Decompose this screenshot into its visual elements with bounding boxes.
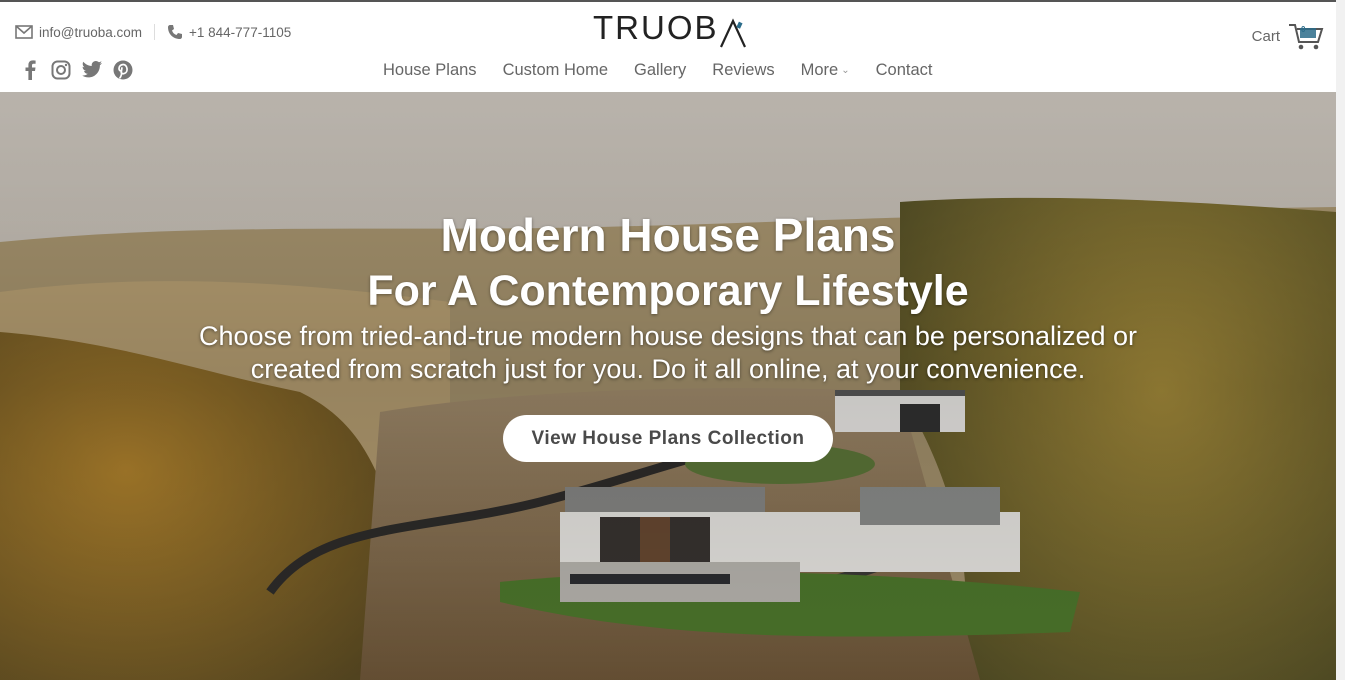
nav-more-dropdown[interactable]: More ⌄ (788, 61, 863, 80)
nav-label: House Plans (383, 61, 477, 79)
nav-label: Gallery (634, 61, 687, 79)
nav-label: More (800, 61, 839, 79)
nav-gallery[interactable]: Gallery (621, 61, 699, 80)
pinterest-icon[interactable] (112, 59, 133, 80)
hero-subtitle-line1: Choose from tried-and-true modern house … (198, 321, 1138, 351)
phone-link[interactable]: +1 844-777-1105 (167, 24, 291, 40)
logo-roof-icon (719, 16, 747, 48)
email-link[interactable]: info@truoba.com (15, 25, 142, 40)
cart-button[interactable]: Cart 0 (1252, 21, 1324, 51)
chevron-down-icon: ⌄ (841, 65, 850, 76)
hero-subtitle-line2: created from scratch just for you. Do it… (250, 354, 1086, 384)
site-header: info@truoba.com +1 844-777-1105 TRUOB Ho… (0, 2, 1336, 92)
social-links (19, 59, 133, 80)
page-scrollbar[interactable] (1336, 0, 1345, 680)
instagram-icon[interactable] (50, 59, 71, 80)
hero-title-line2: For A Contemporary Lifestyle (367, 267, 969, 315)
phone-text: +1 844-777-1105 (189, 24, 292, 40)
nav-label: Contact (875, 61, 933, 79)
twitter-icon[interactable] (81, 59, 102, 80)
hero-title: Modern House Plans For A Contemporary Li… (0, 207, 1336, 319)
phone-icon (168, 25, 183, 39)
nav-reviews[interactable]: Reviews (699, 61, 787, 80)
envelope-icon (15, 25, 33, 39)
site-logo[interactable]: TRUOB (593, 9, 747, 48)
nav-label: Reviews (712, 61, 775, 79)
hero-subtitle: Choose from tried-and-true modern house … (0, 320, 1336, 386)
nav-custom-home[interactable]: Custom Home (490, 61, 621, 80)
cart-icon: 0 (1288, 21, 1324, 51)
cart-count-badge: 0 (1301, 25, 1306, 34)
logo-text: TRUOB (593, 9, 719, 46)
contact-bar: info@truoba.com +1 844-777-1105 (15, 24, 291, 40)
nav-label: Custom Home (502, 61, 609, 79)
contact-divider (154, 24, 156, 40)
hero-background-image (0, 92, 1336, 680)
hero-title-line1: Modern House Plans (440, 209, 896, 261)
view-house-plans-button[interactable]: View House Plans Collection (503, 415, 833, 462)
facebook-icon[interactable] (19, 59, 40, 80)
main-nav: House Plans Custom Home Gallery Reviews … (370, 61, 946, 80)
nav-contact[interactable]: Contact (863, 61, 946, 80)
email-text: info@truoba.com (39, 24, 143, 40)
cart-label: Cart (1251, 27, 1280, 45)
hero-section: Modern House Plans For A Contemporary Li… (0, 92, 1336, 680)
nav-house-plans[interactable]: House Plans (370, 61, 490, 80)
